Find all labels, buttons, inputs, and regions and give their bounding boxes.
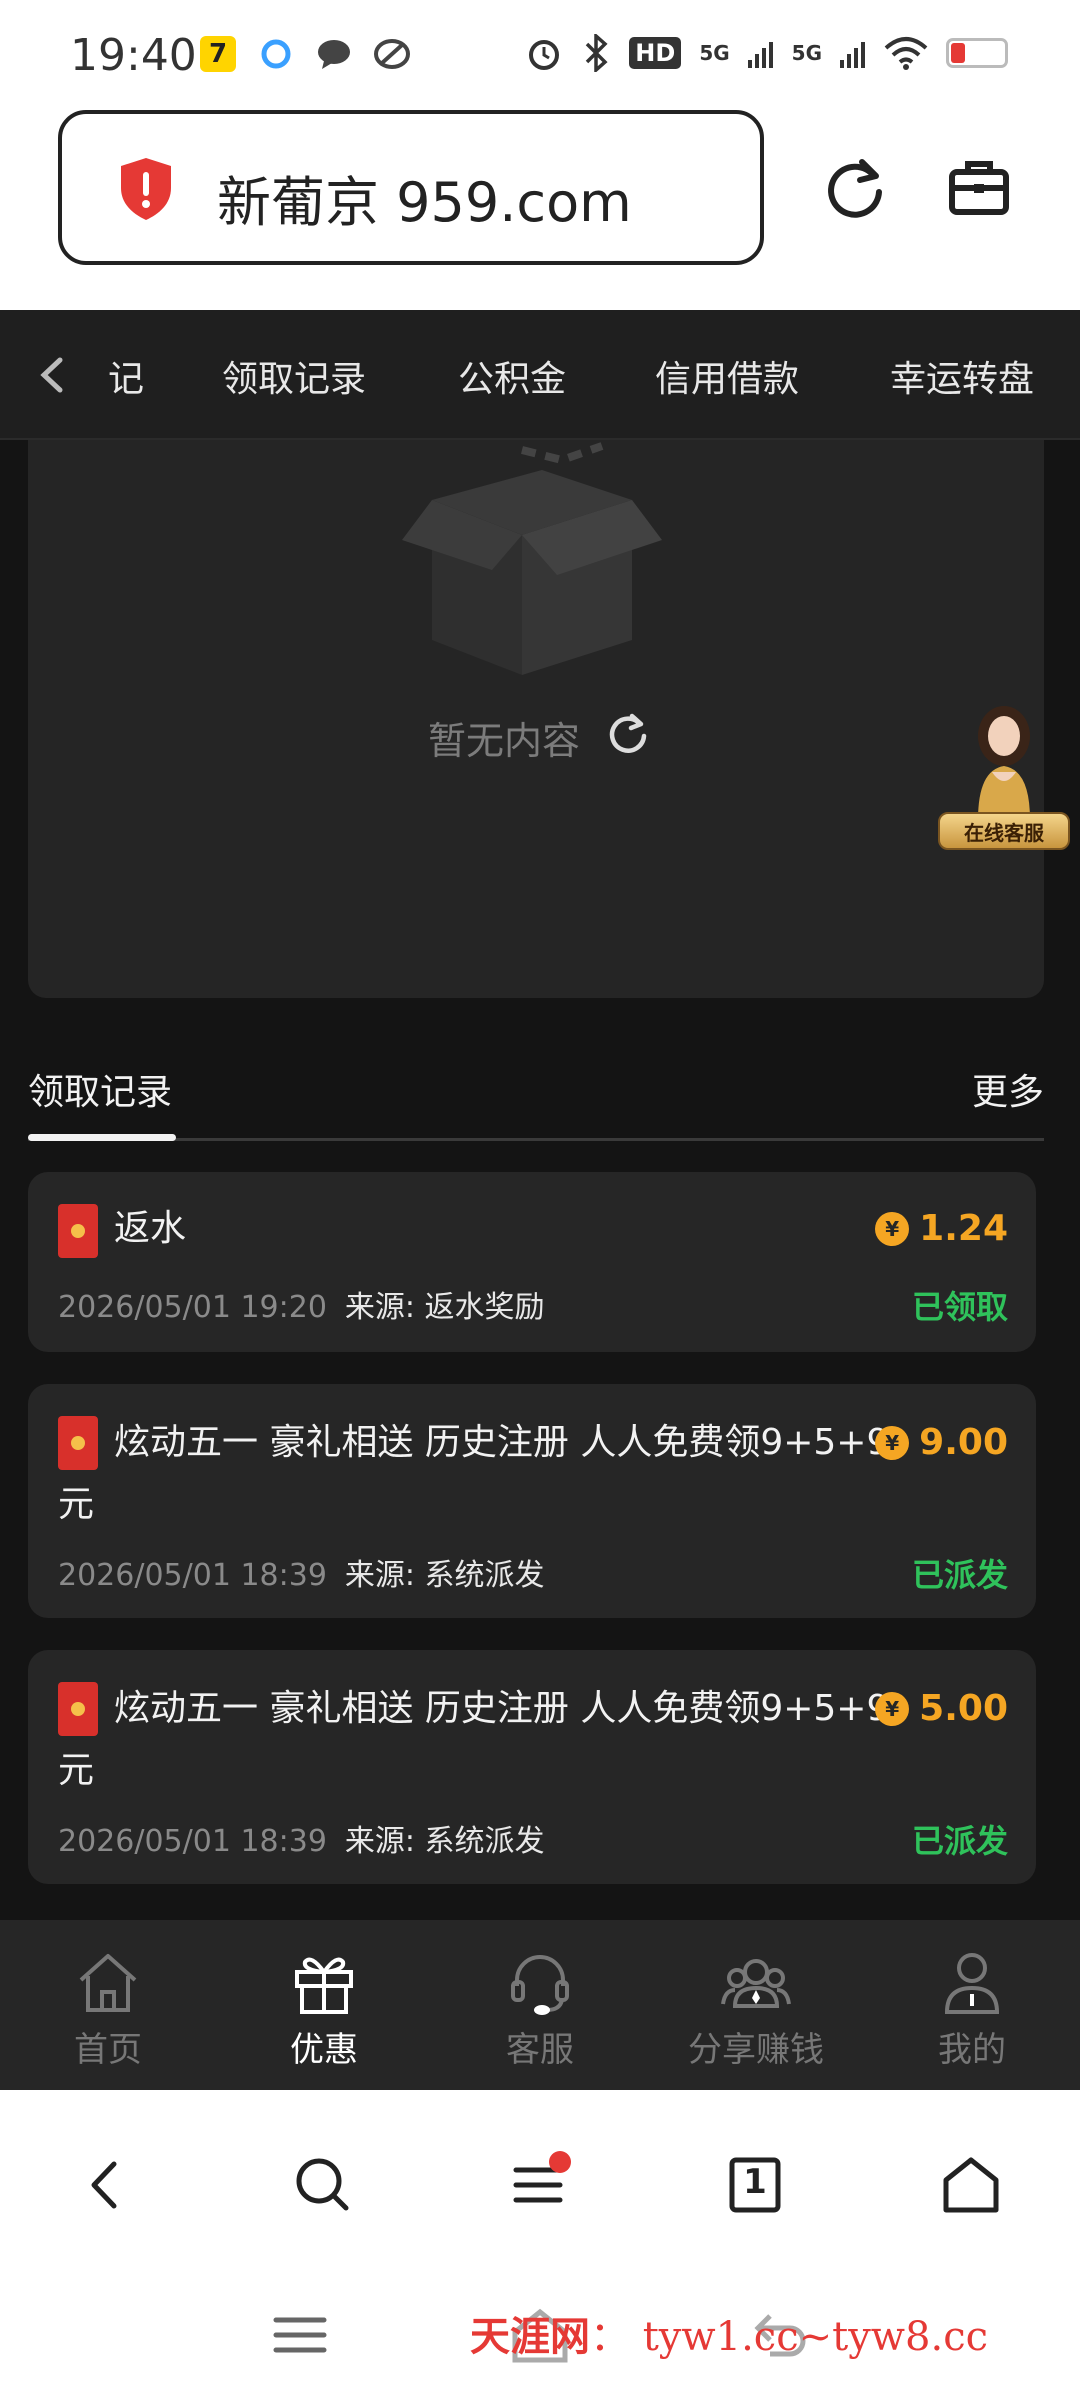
record-date: 2026/05/01 19:20 (58, 1290, 327, 1325)
home-page-icon[interactable] (936, 2150, 1006, 2220)
record-date: 2026/05/01 18:39 (58, 1824, 327, 1859)
active-tab-indicator (28, 1134, 176, 1141)
service-avatar-icon (978, 706, 1030, 820)
back-icon[interactable] (72, 2150, 142, 2220)
watermark-domains: tyw1.cc~tyw8.cc (642, 2314, 988, 2360)
signal-1: 5G (699, 41, 730, 65)
signal-2: 5G (791, 41, 822, 65)
watermark-brand: 天涯网 (470, 2313, 590, 2360)
record-amount: ¥ 1.24 (875, 1208, 1008, 1249)
home-icon (79, 1954, 137, 2012)
status-time: 19:40 (70, 30, 197, 81)
signal-bars-icon-2 (840, 42, 865, 68)
recent-apps-icon[interactable] (270, 2310, 330, 2360)
reload-icon (828, 159, 882, 218)
chevron-left-icon[interactable] (28, 350, 78, 400)
record-date: 2026/05/01 18:39 (58, 1558, 327, 1593)
briefcase-icon (949, 161, 1009, 215)
search-icon[interactable] (288, 2150, 358, 2220)
record-card[interactable]: 炫动五一 豪礼相送 历史注册 人人免费领9+5+9元 ¥ 5.00 2026/0… (28, 1650, 1036, 1884)
hd-badge: HD (629, 37, 682, 69)
online-service-label: 在线客服 (938, 812, 1070, 850)
category-tabs: 记 领取记录 公积金 信用借款 幸运转盘 (0, 310, 1080, 440)
tab-lucky-wheel[interactable]: 幸运转盘 (890, 350, 1034, 402)
browser-icon (258, 36, 294, 72)
record-source: 来源: 返水奖励 (344, 1290, 545, 1325)
watermark-sep: ： (590, 2314, 630, 2360)
nav-home-label: 首页 (74, 2030, 142, 2070)
refresh-icon[interactable] (606, 710, 650, 754)
online-service-float[interactable]: 在线客服 (938, 700, 1070, 850)
app-icon (374, 36, 410, 72)
record-card[interactable]: 炫动五一 豪礼相送 历史注册 人人免费领9+5+9元 ¥ 9.00 2026/0… (28, 1384, 1036, 1618)
status-app-icons: 7 (200, 36, 410, 72)
toolbox-button[interactable] (942, 150, 1016, 224)
record-status: 已派发 (911, 1556, 1008, 1594)
records-title: 领取记录 (28, 1072, 173, 1113)
gift-icon (295, 1957, 353, 2014)
nav-mine-label: 我的 (938, 2030, 1006, 2070)
record-source: 来源: 系统派发 (344, 1558, 545, 1593)
alarm-icon (529, 40, 560, 70)
divider (28, 1138, 1044, 1141)
record-meta: 2026/05/01 18:39 来源: 系统派发 (58, 1816, 545, 1860)
browser-toolbar: 1 (0, 2090, 1080, 2280)
nav-promotions[interactable]: 优惠 (216, 1948, 432, 2078)
record-source: 来源: 系统派发 (344, 1824, 545, 1859)
record-title: 炫动五一 豪礼相送 历史注册 人人免费领9+5+9元 (58, 1688, 890, 1791)
record-amount: ¥ 5.00 (875, 1688, 1008, 1729)
wifi-icon (884, 37, 928, 70)
signal-bars-icon (747, 42, 773, 68)
nav-share[interactable]: 分享赚钱 (648, 1948, 864, 2078)
amount-value: 5.00 (919, 1688, 1008, 1729)
yen-coin-icon: ¥ (875, 1691, 910, 1726)
amount-value: 1.24 (919, 1208, 1008, 1249)
bottom-nav: 首页 优惠 客服 分享赚钱 我的 (0, 1920, 1080, 2090)
tab-partial[interactable]: 记 (108, 350, 144, 402)
reload-button[interactable] (818, 150, 892, 224)
user-icon (944, 1953, 1000, 2014)
nav-service[interactable]: 客服 (432, 1948, 648, 2078)
empty-state-card: 暂无内容 (28, 440, 1044, 998)
empty-state-text: 暂无内容 (428, 719, 581, 763)
share-icon (721, 1959, 791, 2008)
bluetooth-icon (586, 34, 608, 72)
headset-icon (511, 1955, 569, 2015)
watermark: 天涯网： tyw1.cc~tyw8.cc (470, 2304, 988, 2362)
record-title: 返水 (114, 1208, 187, 1249)
nav-share-label: 分享赚钱 (688, 2030, 824, 2070)
yen-coin-icon: ¥ (875, 1425, 910, 1460)
nav-service-label: 客服 (506, 2030, 574, 2070)
record-card[interactable]: 返水 ¥ 1.24 2026/05/01 19:20 来源: 返水奖励 已领取 (28, 1172, 1036, 1352)
empty-box-icon (402, 442, 662, 675)
record-meta: 2026/05/01 18:39 来源: 系统派发 (58, 1550, 545, 1594)
battery-icon (946, 38, 1008, 68)
shield-warning-icon (121, 158, 171, 220)
record-meta: 2026/05/01 19:20 来源: 返水奖励 (58, 1282, 545, 1326)
tab-provident-fund[interactable]: 公积金 (458, 350, 566, 402)
status-indicators: HD 5G 5G (525, 34, 1008, 72)
tab-credit-loan[interactable]: 信用借款 (655, 350, 799, 402)
amount-value: 9.00 (919, 1422, 1008, 1463)
record-status: 已领取 (911, 1288, 1008, 1326)
url-text: 新葡京 959.com (217, 171, 632, 234)
menu-icon[interactable] (504, 2150, 574, 2220)
nav-promotions-label: 优惠 (290, 2030, 358, 2070)
more-link[interactable]: 更多 (972, 1063, 1044, 1115)
yen-coin-icon: ¥ (875, 1211, 910, 1246)
tab-count: 1 (743, 2162, 767, 2202)
nav-mine[interactable]: 我的 (864, 1948, 1080, 2078)
record-status: 已派发 (911, 1822, 1008, 1860)
tab-claim-records[interactable]: 领取记录 (222, 350, 366, 402)
qq-icon: 7 (200, 36, 236, 72)
message-icon (316, 36, 352, 72)
nav-home[interactable]: 首页 (0, 1948, 216, 2078)
status-bar: 19:40 7 HD 5G 5G (0, 0, 1080, 110)
record-amount: ¥ 9.00 (875, 1422, 1008, 1463)
address-bar[interactable]: 新葡京 959.com (58, 110, 764, 265)
record-title: 炫动五一 豪礼相送 历史注册 人人免费领9+5+9元 (58, 1422, 890, 1525)
tabs-button[interactable]: 1 (720, 2150, 790, 2220)
